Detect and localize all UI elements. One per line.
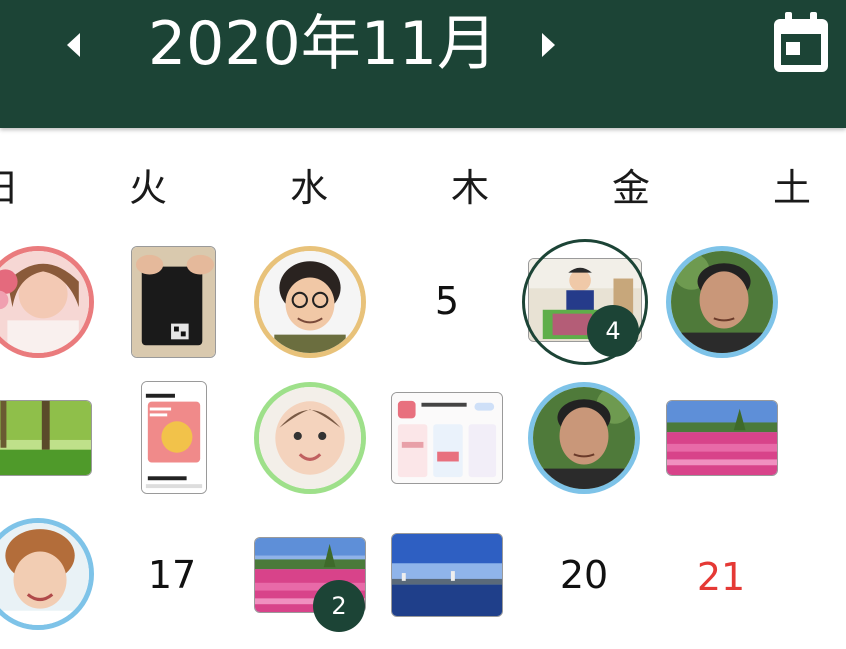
- month-title: 2020年11月: [148, 9, 498, 79]
- portrait-photo: [0, 523, 89, 625]
- day-photo-portrait[interactable]: [0, 246, 94, 358]
- calendar-button[interactable]: [772, 12, 830, 74]
- day-photo-card[interactable]: [391, 533, 503, 617]
- portrait-photo: [0, 251, 89, 353]
- day-photo-card[interactable]: [131, 246, 216, 358]
- portrait-photo: [259, 251, 361, 353]
- day-photo-card[interactable]: [141, 381, 207, 494]
- day-photo-portrait[interactable]: [254, 246, 366, 358]
- day-photo-portrait[interactable]: [528, 382, 640, 494]
- portrait-photo: [533, 387, 635, 489]
- date-label[interactable]: 5: [402, 278, 492, 324]
- prev-month-button[interactable]: [62, 30, 88, 60]
- weekday-sat: 土: [772, 166, 811, 210]
- day-photo-card[interactable]: [391, 392, 503, 484]
- card-photo: [142, 382, 206, 493]
- weekday-wed: 水: [289, 166, 328, 210]
- card-photo: [132, 247, 215, 357]
- app-header: 2020年11月: [0, 0, 846, 128]
- calendar-icon: [774, 12, 828, 72]
- weekday-tue: 火: [128, 166, 167, 210]
- chevron-right-icon: [542, 33, 555, 57]
- card-photo: [392, 534, 502, 616]
- day-photo-card[interactable]: [0, 400, 92, 476]
- date-label-saturday[interactable]: 21: [676, 554, 766, 600]
- photo-count-badge: 4: [587, 305, 639, 357]
- portrait-photo: [259, 387, 361, 489]
- card-photo: [667, 401, 777, 475]
- photo-count-badge: 2: [313, 580, 365, 632]
- day-photo-portrait[interactable]: [254, 382, 366, 494]
- weekday-fri: 金: [611, 166, 650, 210]
- day-photo-portrait[interactable]: [666, 246, 778, 358]
- date-label[interactable]: 17: [127, 552, 217, 598]
- portrait-photo: [671, 251, 773, 353]
- date-label[interactable]: 20: [539, 552, 629, 598]
- weekday-thu: 木: [450, 166, 489, 210]
- next-month-button[interactable]: [534, 30, 560, 60]
- day-photo-card[interactable]: [666, 400, 778, 476]
- weekday-sun: 日: [0, 166, 40, 210]
- day-photo-portrait[interactable]: [0, 518, 94, 630]
- card-photo: [0, 401, 91, 475]
- chevron-left-icon: [67, 33, 80, 57]
- card-photo: [392, 393, 502, 483]
